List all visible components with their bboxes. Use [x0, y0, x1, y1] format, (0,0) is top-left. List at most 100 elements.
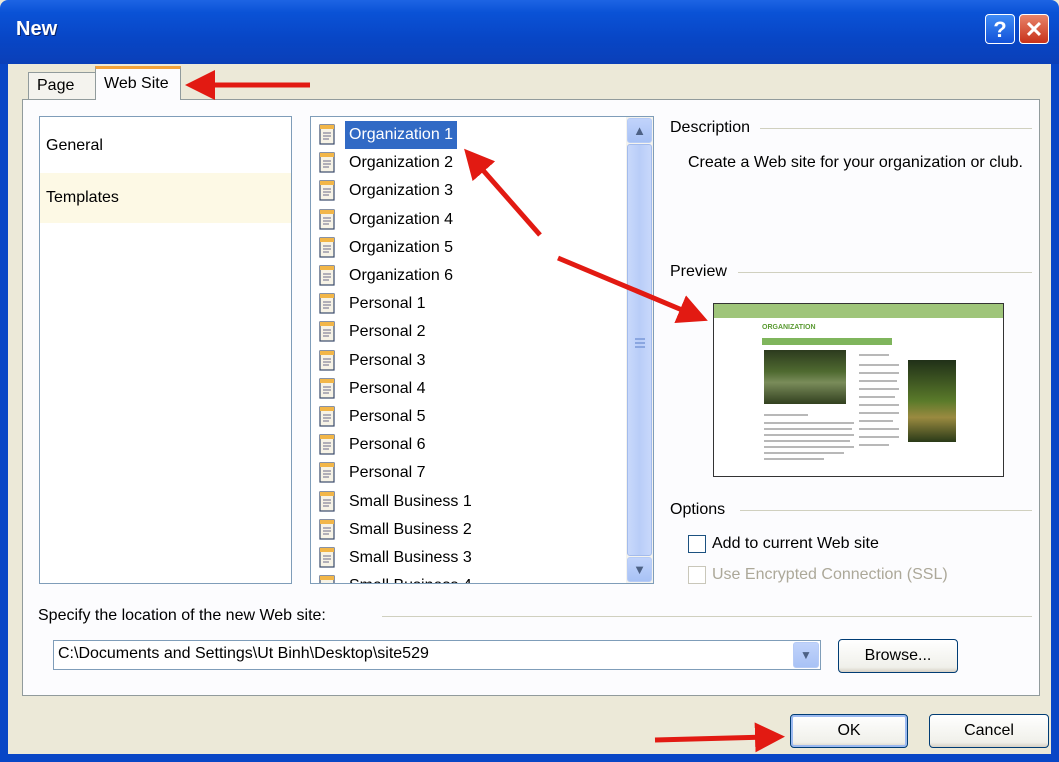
chevron-down-icon: ▼ [800, 648, 812, 662]
category-label: General [46, 137, 103, 154]
template-label: Personal 5 [349, 408, 426, 425]
template-label: Organization 6 [349, 267, 454, 284]
close-icon: ✕ [1024, 17, 1044, 42]
tab-page-label: Page [37, 77, 75, 94]
template-label: Personal 3 [349, 351, 426, 369]
title-bar: New ? ✕ [0, 0, 1059, 64]
location-input[interactable]: C:\Documents and Settings\Ut Binh\Deskto… [58, 645, 429, 663]
ok-button[interactable]: OK [790, 714, 908, 748]
tab-web-site-label: Web Site [104, 75, 169, 92]
preview-text-line [859, 354, 889, 356]
arrow-to-ok-button [654, 722, 785, 753]
category-list[interactable]: General Templates [39, 116, 292, 584]
preview-photo-garden [908, 360, 956, 442]
web-template-icon [317, 434, 337, 456]
web-template-icon [317, 293, 337, 315]
cancel-button[interactable]: Cancel [929, 714, 1049, 748]
location-dropdown-button[interactable]: ▼ [793, 642, 819, 668]
template-label: Organization 5 [349, 238, 454, 256]
preview-text-line [859, 380, 897, 382]
annotation-arrow [654, 722, 785, 753]
web-template-icon [317, 321, 337, 343]
help-button[interactable]: ? [985, 14, 1015, 44]
description-text: Create a Web site for your organization … [688, 154, 1023, 171]
tab-page[interactable]: Page [28, 72, 96, 100]
preview-text-line [859, 444, 889, 446]
preview-nav-bar [762, 338, 892, 345]
web-template-icon [317, 237, 337, 259]
close-button[interactable]: ✕ [1019, 14, 1049, 44]
preview-photo-bridge [764, 350, 846, 404]
web-template-icon [317, 547, 337, 569]
web-template-icon [317, 519, 337, 541]
preview-header-band [714, 304, 1003, 318]
add-to-current-label[interactable]: Add to current Web site [712, 535, 879, 553]
web-template-icon [317, 180, 337, 202]
location-divider [382, 616, 1032, 617]
use-ssl-checkbox [688, 566, 706, 584]
preview-site-title: ORGANIZATION [762, 324, 816, 331]
template-label: Personal 1 [349, 295, 426, 313]
scroll-thumb[interactable] [627, 144, 652, 556]
web-template-icon [317, 152, 337, 174]
use-ssl-label: Use Encrypted Connection (SSL) [712, 566, 948, 583]
preview-text-line [859, 420, 893, 422]
template-label: Organization 1 [343, 120, 459, 150]
window-frame-bottom [0, 754, 1059, 762]
chevron-up-icon: ▲ [633, 123, 646, 138]
template-label: Personal 4 [349, 379, 426, 397]
tab-web-site[interactable]: Web Site [95, 66, 181, 100]
template-list[interactable]: Organization 1 Organization 2 Organization… [310, 116, 654, 584]
web-template-icon [317, 265, 337, 287]
template-label: Personal 2 [349, 323, 426, 341]
preview-text-line [764, 414, 808, 416]
scroll-up-button[interactable]: ▲ [627, 118, 652, 143]
preview-text-line [764, 458, 824, 460]
new-dialog: New ? ✕ Page Web Site General Templates … [0, 0, 1059, 762]
preview-text-line [859, 412, 899, 414]
web-template-icon [317, 124, 337, 146]
preview-text-line [859, 388, 899, 390]
web-template-icon [317, 490, 337, 513]
preview-heading: Preview [670, 263, 733, 281]
preview-text-line [859, 404, 899, 406]
window-frame-left [0, 64, 8, 762]
template-label: Small Business 3 [349, 549, 472, 566]
web-template-icon [317, 378, 337, 400]
window-frame-right [1051, 64, 1059, 762]
web-template-icon [317, 462, 337, 484]
grip-icon [635, 338, 645, 348]
scroll-down-button[interactable]: ▼ [627, 557, 652, 582]
description-heading: Description [670, 119, 757, 137]
location-combobox[interactable]: C:\Documents and Settings\Ut Binh\Deskto… [53, 640, 821, 670]
category-item-general[interactable]: General [40, 121, 291, 171]
web-template-icon [317, 349, 337, 372]
preview-text-line [859, 428, 899, 430]
preview-text-line [859, 396, 895, 398]
preview-text-line [764, 452, 844, 454]
template-label: Small Business 4 [345, 572, 476, 583]
chevron-down-icon: ▼ [633, 562, 646, 577]
web-template-icon [317, 406, 337, 428]
template-scrollbar[interactable]: ▲ ▼ [626, 117, 653, 583]
template-label: Small Business 1 [349, 492, 472, 510]
template-label: Personal 6 [349, 436, 426, 454]
options-heading: Options [670, 501, 732, 519]
preview-text-line [764, 422, 854, 424]
dialog-title: New [16, 18, 58, 40]
preview-text-line [764, 428, 852, 430]
preview-text-line [764, 440, 850, 442]
web-template-icon [317, 208, 337, 231]
template-label: Small Business 2 [349, 520, 472, 538]
preview-divider [738, 272, 1032, 273]
category-item-templates[interactable]: Templates [40, 173, 291, 223]
preview-text-line [859, 436, 899, 438]
add-to-current-checkbox[interactable] [688, 535, 706, 553]
web-template-icon [317, 575, 337, 583]
template-label: Organization 3 [349, 182, 454, 200]
browse-button[interactable]: Browse... [838, 639, 958, 673]
category-label: Templates [46, 189, 119, 206]
description-divider [760, 128, 1032, 129]
template-label: Organization 4 [349, 210, 454, 228]
preview-text-line [764, 434, 854, 436]
